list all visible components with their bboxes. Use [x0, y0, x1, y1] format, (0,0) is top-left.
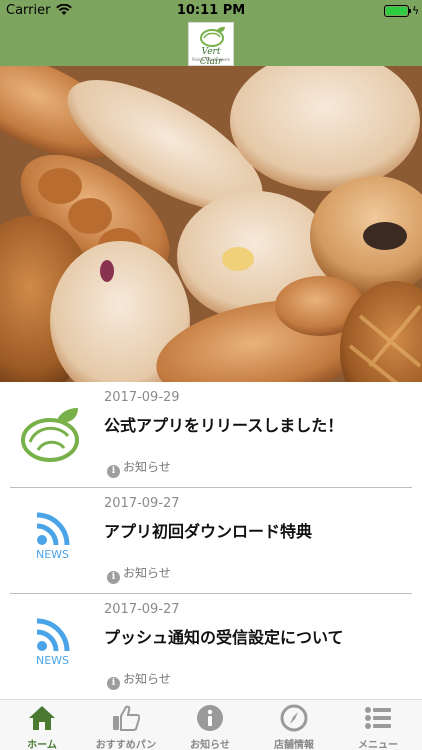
list-icon	[365, 707, 391, 729]
news-title: アプリ初回ダウンロード特典	[104, 522, 313, 541]
news-title: 公式アプリをリリースしました！	[104, 416, 344, 435]
logo-tagline: Pain & Boulangerie	[191, 57, 231, 62]
info-icon	[197, 705, 223, 731]
tab-recommended-bread[interactable]: おすすめパン	[84, 700, 168, 750]
news-title: プッシュ通知の受信設定について	[104, 628, 344, 647]
hero-image	[0, 66, 422, 382]
app-header: Vert Clair Pain & Boulangerie	[0, 22, 422, 67]
status-bar: Carrier 10:11 PM ϟ	[0, 0, 422, 22]
news-category: i お知らせ	[107, 564, 171, 584]
compass-icon	[280, 704, 308, 732]
home-icon	[29, 706, 55, 730]
news-thumb-label: NEWS	[36, 548, 70, 561]
tab-home[interactable]: ホーム	[0, 700, 84, 750]
rss-icon	[36, 618, 70, 652]
thumbs-up-icon	[113, 705, 140, 731]
tab-label: ホーム	[27, 740, 57, 750]
tab-label: 店舗情報	[274, 740, 314, 750]
news-thumb-label: NEWS	[36, 654, 70, 667]
info-icon: i	[107, 677, 120, 690]
news-category-label: お知らせ	[123, 566, 171, 580]
info-icon: i	[107, 465, 120, 478]
tab-news[interactable]: お知らせ	[168, 700, 252, 750]
rss-icon	[36, 512, 70, 546]
news-date: 2017-09-27	[104, 496, 180, 511]
news-category-label: お知らせ	[123, 460, 171, 474]
tab-label: お知らせ	[190, 740, 230, 750]
news-category-label: お知らせ	[123, 672, 171, 686]
news-date: 2017-09-29	[104, 390, 180, 405]
news-item[interactable]: NEWS 2017-09-27 プッシュ通知の受信設定について i お知らせ	[0, 594, 422, 700]
brand-logo[interactable]: Vert Clair Pain & Boulangerie	[188, 22, 234, 67]
tab-label: おすすめパン	[95, 740, 157, 750]
tab-label: メニュー	[358, 740, 398, 750]
clock: 10:11 PM	[176, 3, 246, 18]
news-item[interactable]: NEWS 2017-09-27 アプリ初回ダウンロード特典 i お知らせ	[0, 488, 422, 594]
news-category: i お知らせ	[107, 458, 171, 478]
tab-store-info[interactable]: 店舗情報	[252, 700, 336, 750]
tab-menu[interactable]: メニュー	[336, 700, 420, 750]
news-category: i お知らせ	[107, 670, 171, 690]
leaf-logo-icon	[21, 408, 79, 462]
news-item[interactable]: 2017-09-29 公式アプリをリリースしました！ i お知らせ	[0, 382, 422, 488]
news-date: 2017-09-27	[104, 602, 180, 617]
battery-icon: ϟ	[384, 4, 419, 17]
info-icon: i	[107, 571, 120, 584]
bread-photo	[0, 66, 422, 382]
tab-bar: ホーム おすすめパン お知らせ 店舗情報 メニュー	[0, 699, 422, 750]
